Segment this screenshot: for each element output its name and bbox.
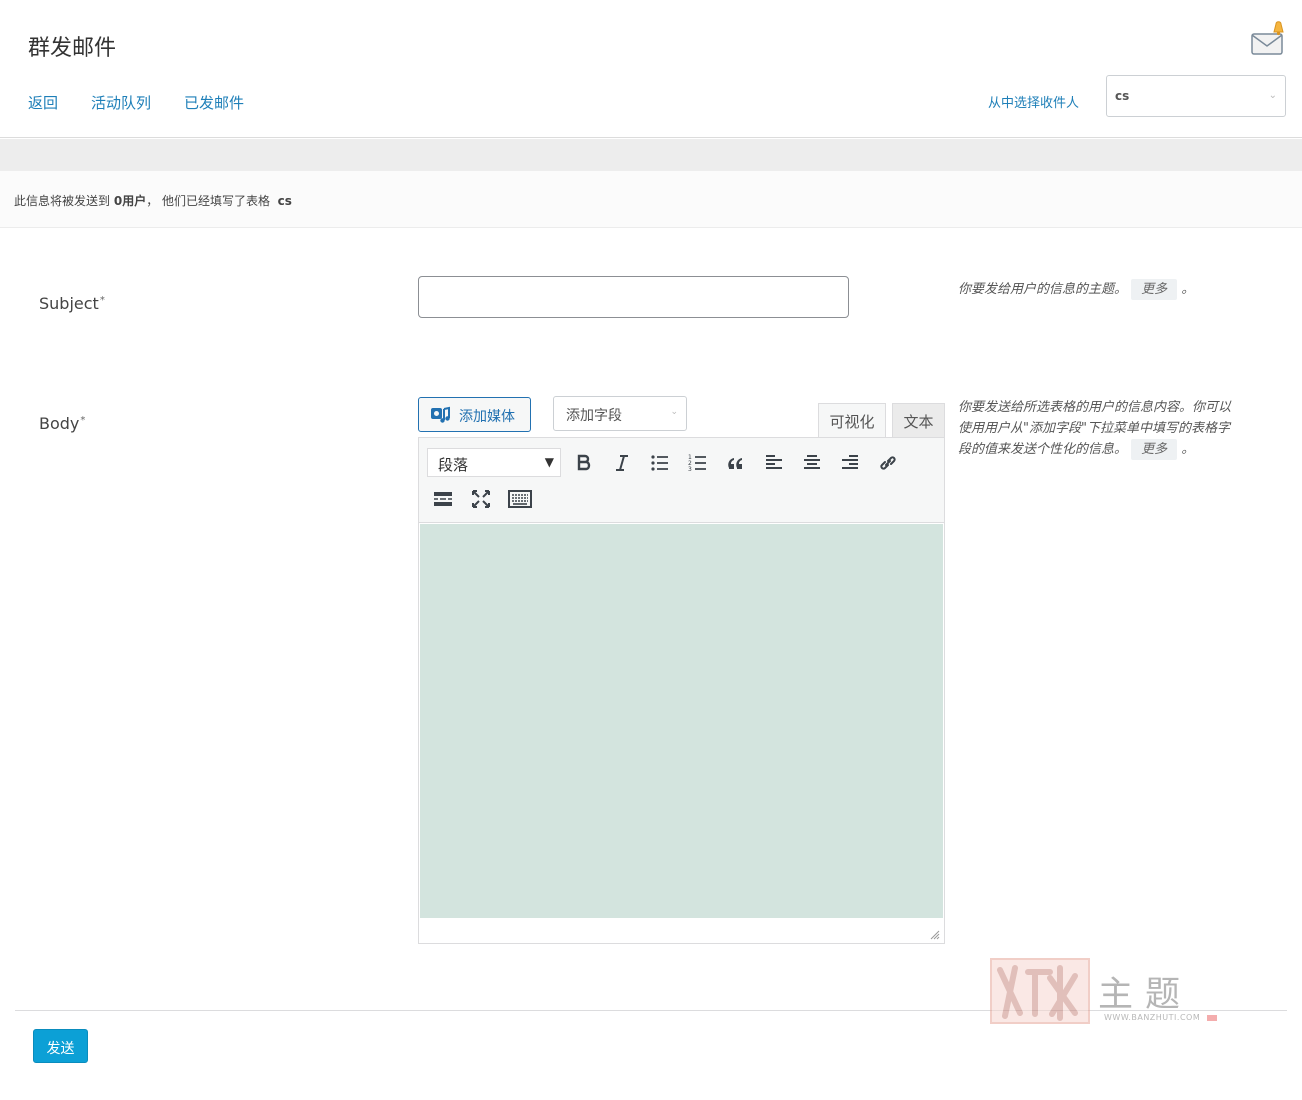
send-notice: 此信息将被发送到 0用户， 他们已经填写了表格 cs [0, 171, 1302, 228]
bullet-list-icon [651, 455, 668, 471]
paragraph-format-select[interactable]: 段落 ▼ [427, 448, 561, 477]
nav-back-link[interactable]: 返回 [28, 92, 58, 113]
media-icon [431, 406, 450, 423]
bold-button[interactable] [570, 449, 598, 477]
notice-form-name: cs [277, 194, 292, 208]
tab-visual-label: 可视化 [829, 413, 875, 431]
subject-input[interactable] [418, 276, 849, 318]
send-notice-text: 此信息将被发送到 0用户， 他们已经填写了表格 cs [14, 192, 292, 209]
read-more-icon [434, 492, 452, 506]
notice-middle: ， 他们已经填写了表格 [146, 194, 271, 208]
body-help-line-2: 使用用户从"添加字段"下拉菜单中填写的表格字 [958, 421, 1230, 436]
numbered-list-icon: 1 2 3 [688, 454, 706, 473]
header-separator-band [0, 139, 1302, 171]
form-divider [15, 1010, 1287, 1011]
subject-label: Subject* [39, 294, 105, 313]
align-left-icon [766, 455, 782, 469]
chevron-down-icon: ⌄ [1268, 90, 1277, 101]
page-header: 群发邮件 返回 活动队列 已发邮件 从中选择收件人 cs ⌄ [0, 0, 1302, 138]
chevron-down-icon: ⌄ [670, 407, 678, 417]
italic-icon [616, 455, 628, 471]
tab-visual[interactable]: 可视化 [818, 403, 886, 438]
required-mark: * [80, 414, 86, 426]
align-left-button[interactable] [760, 449, 788, 477]
watermark-text: 主题 [1098, 975, 1193, 1015]
recipient-select[interactable]: cs ⌄ [1106, 75, 1286, 117]
editor-toolbar: 段落 ▼ 1 2 3 [419, 438, 944, 523]
italic-button[interactable] [608, 449, 636, 477]
format-select-value: 段落 [438, 456, 469, 474]
body-label-text: Body [39, 414, 80, 433]
align-center-button[interactable] [798, 449, 826, 477]
fullscreen-icon [472, 490, 490, 508]
subject-help: 你要发给用户的信息的主题。 更多 。 [958, 279, 1258, 300]
resize-handle-icon[interactable] [930, 930, 940, 940]
send-button[interactable]: 发送 [33, 1029, 88, 1063]
watermark-seal-logo [990, 958, 1090, 1024]
toolbar-toggle-button[interactable] [505, 485, 533, 513]
tab-text-label: 文本 [903, 413, 934, 431]
link-icon [880, 456, 896, 470]
recipient-select-value: cs [1115, 89, 1130, 103]
help-end: 。 [1181, 442, 1195, 457]
body-help-line-1: 你要发送给所选表格的用户的信息内容。你可以 [958, 400, 1232, 415]
read-more-button[interactable] [429, 485, 457, 513]
body-help-line-3-wrap: 段的值来发送个性化的信息。 更多 。 [958, 439, 1268, 460]
notice-user-count: 0用户 [113, 194, 147, 208]
bold-icon [577, 454, 591, 471]
add-media-label: 添加媒体 [459, 409, 515, 425]
nav-sent-mail-link[interactable]: 已发邮件 [184, 92, 244, 113]
editor-content-area[interactable] [420, 524, 943, 918]
watermark-url: WWW.BANZHUTI.COM [1104, 1013, 1201, 1022]
fullscreen-button[interactable] [467, 485, 495, 513]
body-help: 你要发送给所选表格的用户的信息内容。你可以 使用用户从"添加字段"下拉菜单中填写… [958, 397, 1268, 460]
subject-label-text: Subject [39, 294, 99, 313]
add-media-button[interactable]: 添加媒体 [418, 397, 531, 432]
editor-status-bar [419, 918, 944, 943]
body-help-line-3: 段的值来发送个性化的信息。 [958, 442, 1128, 457]
help-end: 。 [1181, 282, 1195, 297]
notice-prefix: 此信息将被发送到 [14, 194, 111, 208]
body-more-link[interactable]: 更多 [1131, 439, 1178, 460]
watermark-bar [1207, 1015, 1217, 1021]
body-editor: 段落 ▼ 1 2 3 [418, 437, 945, 944]
page-title: 群发邮件 [28, 36, 117, 61]
align-right-button[interactable] [836, 449, 864, 477]
link-button[interactable] [874, 449, 902, 477]
add-field-label: 添加字段 [566, 408, 622, 424]
mail-bell-icon [1251, 21, 1284, 55]
numbered-list-button[interactable]: 1 2 3 [684, 449, 712, 477]
body-label: Body* [39, 414, 85, 433]
align-right-icon [842, 455, 858, 469]
recipient-label: 从中选择收件人 [988, 96, 1080, 111]
bullet-list-button[interactable] [646, 449, 674, 477]
send-button-label: 发送 [46, 1041, 75, 1057]
top-nav: 返回 活动队列 已发邮件 [28, 92, 244, 113]
nav-active-queue-link[interactable]: 活动队列 [91, 92, 151, 113]
blockquote-button[interactable] [722, 449, 750, 477]
subject-help-text: 你要发给用户的信息的主题。 [958, 282, 1128, 297]
subject-more-link[interactable]: 更多 [1131, 279, 1178, 300]
blockquote-icon [728, 458, 742, 469]
toolbar-toggle-icon [508, 490, 532, 508]
add-field-select[interactable]: 添加字段 ⌄ [553, 396, 687, 431]
tab-text[interactable]: 文本 [892, 403, 945, 438]
required-mark: * [99, 294, 105, 306]
caret-down-icon: ▼ [544, 455, 554, 469]
svg-text:3: 3 [688, 466, 692, 473]
align-center-icon [804, 455, 820, 469]
